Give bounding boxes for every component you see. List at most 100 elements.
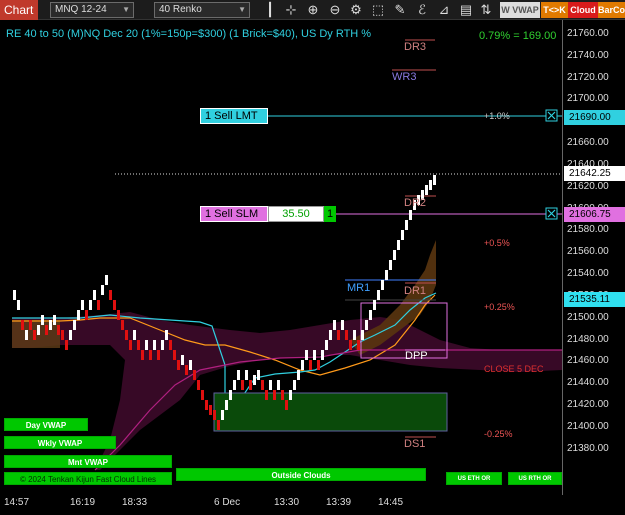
templates-icon[interactable]: ⬚	[370, 2, 386, 18]
renko-brick	[145, 340, 148, 350]
sell-lmt-order-tag[interactable]: 1 Sell LMT	[200, 108, 268, 124]
renko-brick	[69, 330, 72, 340]
renko-brick	[353, 330, 356, 340]
outside-clouds-button[interactable]: Outside Clouds	[176, 468, 426, 481]
time-tick: 6 Dec	[214, 497, 241, 508]
renko-brick	[41, 315, 44, 325]
price-tick: 21420.00	[567, 399, 609, 411]
close-order-icon[interactable]	[545, 109, 558, 122]
barco-button[interactable]: BarCo	[598, 2, 625, 18]
renko-brick	[365, 320, 368, 330]
renko-brick	[409, 210, 412, 220]
renko-brick	[253, 375, 256, 385]
mnt-vwap-button[interactable]: Mnt VWAP	[4, 455, 172, 468]
renko-brick	[433, 175, 436, 185]
day-vwap-button[interactable]: Day VWAP	[4, 418, 88, 431]
chart-toolbar: Chart MNQ 12-24 ▼ 40 Renko ▼ ┃ ⊹ ⊕ ⊖ ⚙ ⬚…	[0, 0, 625, 20]
renko-brick	[49, 320, 52, 330]
bar-type-icon[interactable]: ┃	[262, 2, 278, 18]
renko-brick	[209, 405, 212, 415]
us-eth-or-button[interactable]: US ETH OR	[446, 472, 502, 485]
dpp-label: DPP	[405, 350, 428, 362]
renko-brick	[285, 400, 288, 410]
ds1-label: DS1	[404, 438, 426, 450]
sell-slm-order-tag[interactable]: 1 Sell SLM	[200, 206, 268, 222]
tenkan-price-tag: 21535.11	[564, 292, 625, 307]
renko-brick	[333, 320, 336, 330]
chart-header: RE 40 to 50 (M)NQ Dec 20 (1%=150p=$300) …	[6, 28, 372, 40]
renko-brick	[377, 290, 380, 300]
cloud-button[interactable]: Cloud	[568, 2, 598, 18]
zoom-out-icon[interactable]: ⊖	[327, 2, 343, 18]
renko-brick	[173, 350, 176, 360]
time-tick: 14:57	[4, 497, 30, 508]
renko-brick	[93, 290, 96, 300]
renko-brick	[393, 250, 396, 260]
price-axis[interactable]: 21760.0021740.0021720.0021700.0021680.00…	[562, 20, 625, 495]
renko-brick	[177, 360, 180, 370]
renko-brick	[37, 325, 40, 335]
price-tick: 21540.00	[567, 268, 609, 280]
renko-brick	[137, 340, 140, 350]
copyright-label: © 2024 Tenkan Kijun Fast Cloud Lines	[19, 475, 157, 484]
price-tick: 21580.00	[567, 224, 609, 236]
data-box-icon[interactable]: ▤	[458, 2, 474, 18]
renko-brick	[349, 340, 352, 350]
dr3-label: DR3	[404, 41, 427, 53]
price-tick: 21660.00	[567, 137, 609, 149]
properties-icon[interactable]: ⚙	[348, 2, 364, 18]
interval-value: 40 Renko	[159, 4, 202, 15]
renko-brick	[153, 340, 156, 350]
pnl-display: 0.79% = 169.00	[479, 30, 557, 42]
price-tick: 21700.00	[567, 93, 609, 105]
price-tick: 21460.00	[567, 355, 609, 367]
renko-brick	[261, 380, 264, 390]
renko-brick	[297, 370, 300, 380]
price-tick: 21620.00	[567, 180, 609, 192]
tk-fast-cloud-button[interactable]: © 2024 Tenkan Kijun Fast Cloud Lines	[4, 472, 172, 485]
pct-plus-1: +1.0%	[484, 111, 510, 121]
close-5-dec-label: CLOSE 5 DEC	[484, 364, 544, 374]
slm-qty-badge[interactable]: 1	[324, 206, 336, 222]
renko-brick	[325, 340, 328, 350]
last-price-tag: 21642.25	[564, 166, 625, 181]
chart-trader-icon[interactable]: ⇅	[478, 2, 494, 18]
time-tick: 18:33	[122, 497, 148, 508]
renko-brick	[369, 310, 372, 320]
w-vwap-button[interactable]: W VWAP	[500, 2, 540, 18]
renko-brick	[217, 420, 220, 430]
drawing-tools-icon[interactable]: ✎	[392, 2, 408, 18]
renko-brick	[381, 280, 384, 290]
wkly-vwap-button[interactable]: Wkly VWAP	[4, 436, 116, 449]
price-tick: 21740.00	[567, 49, 609, 61]
slm-price-field[interactable]: 35.50	[268, 206, 324, 222]
price-tick: 21760.00	[567, 28, 609, 39]
renko-brick	[65, 340, 68, 350]
renko-brick	[89, 300, 92, 310]
renko-brick	[21, 320, 24, 330]
close-order-icon[interactable]	[545, 207, 558, 220]
indicators-icon[interactable]: ℰ	[414, 2, 430, 18]
interval-selector[interactable]: 40 Renko ▼	[154, 2, 250, 18]
renko-brick	[405, 220, 408, 230]
us-rth-or-button[interactable]: US RTH OR	[508, 472, 562, 485]
renko-brick	[305, 350, 308, 360]
renko-brick	[97, 300, 100, 310]
zoom-in-icon[interactable]: ⊕	[305, 2, 321, 18]
renko-brick	[121, 320, 124, 330]
renko-brick	[317, 360, 320, 370]
tk-button[interactable]: T<>K	[541, 2, 568, 18]
crosshair-icon[interactable]: ⊹	[283, 2, 299, 18]
price-tick: 21380.00	[567, 442, 609, 454]
renko-brick	[185, 365, 188, 375]
renko-brick	[193, 370, 196, 380]
renko-brick	[141, 350, 144, 360]
renko-brick	[341, 320, 344, 330]
renko-brick	[73, 320, 76, 330]
renko-brick	[321, 350, 324, 360]
strategies-icon[interactable]: ⊿	[436, 2, 452, 18]
renko-brick	[161, 340, 164, 350]
instrument-selector[interactable]: MNQ 12-24 ▼	[50, 2, 134, 18]
chart-window-title: Chart	[0, 0, 38, 20]
wr3-label: WR3	[392, 71, 417, 83]
